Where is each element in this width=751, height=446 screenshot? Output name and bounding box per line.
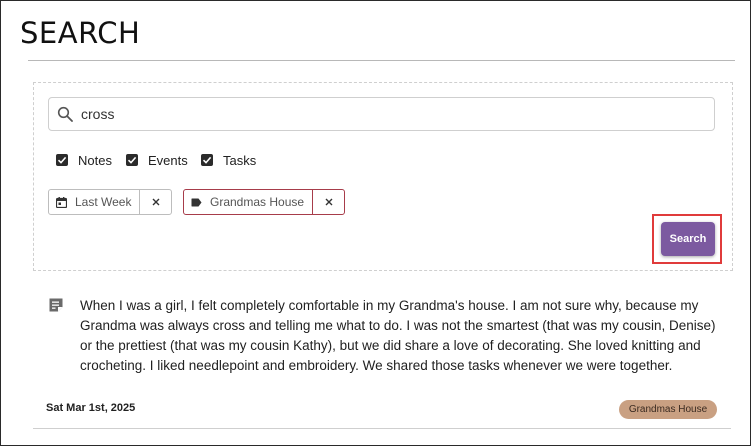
tag-filter-label: Grandmas House — [210, 195, 305, 209]
notes-checkbox[interactable] — [56, 154, 68, 166]
tag-filter-chip-body[interactable]: Grandmas House — [184, 190, 312, 214]
title-divider — [28, 60, 735, 61]
result-date: Sat Mar 1st, 2025 — [46, 402, 136, 414]
close-icon — [152, 198, 160, 206]
search-box[interactable] — [48, 97, 715, 131]
notes-label: Notes — [78, 152, 112, 168]
result-divider — [33, 428, 731, 429]
events-label: Events — [148, 152, 188, 168]
date-filter-chip[interactable]: Last Week — [48, 189, 173, 215]
search-input[interactable] — [81, 98, 681, 130]
calendar-icon — [56, 196, 67, 208]
search-button[interactable]: Search — [661, 222, 715, 256]
page-title: SEARCH — [20, 16, 141, 50]
remove-date-filter-button[interactable] — [139, 190, 171, 214]
tasks-filter[interactable]: Tasks — [201, 152, 257, 168]
date-filter-label: Last Week — [75, 195, 132, 209]
date-filter-chip-body[interactable]: Last Week — [49, 190, 139, 214]
note-icon — [48, 297, 64, 318]
events-filter[interactable]: Events — [126, 152, 188, 168]
search-icon — [57, 106, 73, 122]
tasks-label: Tasks — [223, 152, 257, 168]
events-checkbox[interactable] — [126, 154, 138, 166]
result-tag-badge[interactable]: Grandmas House — [619, 400, 717, 419]
notes-filter[interactable]: Notes — [56, 152, 112, 168]
tag-filter-chip[interactable]: Grandmas House — [183, 189, 346, 215]
tag-icon — [191, 198, 202, 206]
result-text[interactable]: When I was a girl, I felt completely com… — [80, 296, 720, 376]
remove-tag-filter-button[interactable] — [312, 190, 344, 214]
close-icon — [325, 198, 333, 206]
tasks-checkbox[interactable] — [201, 154, 213, 166]
